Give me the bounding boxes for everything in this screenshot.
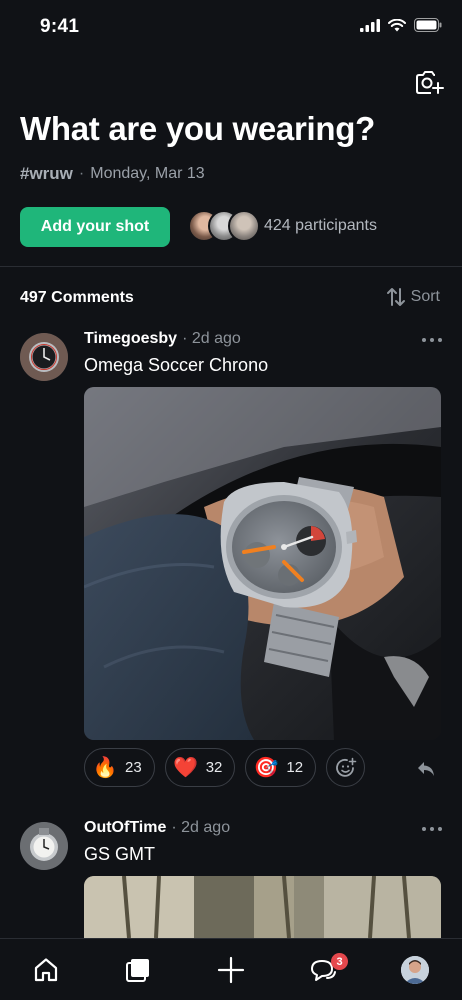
reaction-count: 12 xyxy=(286,759,304,776)
sort-button[interactable]: Sort xyxy=(385,286,440,308)
status-bar: 9:41 xyxy=(0,0,462,56)
home-icon xyxy=(34,958,58,982)
add-photo-button[interactable] xyxy=(414,68,444,98)
heart-icon: ❤️ xyxy=(173,757,199,779)
participant-avatars xyxy=(188,210,260,242)
notification-badge: 3 xyxy=(331,953,348,970)
watch-thumbnail xyxy=(20,822,68,870)
status-icons xyxy=(360,18,442,32)
avatar xyxy=(228,210,260,242)
participants-link[interactable]: 424 participants xyxy=(188,210,377,242)
hashtag-link[interactable]: #wruw xyxy=(20,164,73,184)
tab-home[interactable] xyxy=(31,955,61,985)
wifi-icon xyxy=(388,18,406,31)
reaction-target[interactable]: 🎯 12 xyxy=(245,748,317,787)
outdoor-photo xyxy=(84,876,441,938)
more-options-icon[interactable] xyxy=(422,827,442,831)
subtitle: #wruw · Monday, Mar 13 xyxy=(20,164,205,184)
watch-wrist-photo xyxy=(84,387,441,740)
more-options-icon[interactable] xyxy=(422,338,442,342)
author-avatar[interactable] xyxy=(20,822,68,870)
battery-icon xyxy=(414,18,442,32)
avatar xyxy=(401,956,429,984)
author-name[interactable]: Timegoesby xyxy=(84,330,177,348)
participants-count: 424 participants xyxy=(264,217,377,234)
collection-icon xyxy=(126,959,149,982)
page-title: What are you wearing? xyxy=(20,110,375,147)
watch-thumbnail xyxy=(20,333,68,381)
reaction-heart[interactable]: ❤️ 32 xyxy=(164,748,236,787)
comments-count: 497 Comments xyxy=(20,289,134,306)
sort-label: Sort xyxy=(410,288,440,305)
post-time: · 2d ago xyxy=(171,819,231,836)
add-reaction-button[interactable] xyxy=(326,748,366,787)
status-time: 9:41 xyxy=(40,16,80,37)
reaction-count: 32 xyxy=(205,759,223,776)
separator-dot: · xyxy=(78,165,85,182)
reaction-count: 23 xyxy=(125,759,142,776)
post-text: Omega Soccer Chrono xyxy=(84,355,269,375)
post-photo[interactable] xyxy=(84,876,441,938)
signal-icon xyxy=(360,18,380,32)
reaction-fire[interactable]: 🔥 23 xyxy=(84,748,155,787)
reply-icon xyxy=(418,762,434,776)
tab-bar: 3 xyxy=(0,938,462,1000)
post-text: GS GMT xyxy=(84,844,155,864)
post-header: Timegoesby · 2d ago xyxy=(84,330,241,348)
divider xyxy=(0,266,462,267)
plus-icon xyxy=(217,956,245,984)
post-header: OutOfTime · 2d ago xyxy=(84,819,230,837)
tab-collection[interactable] xyxy=(123,955,153,985)
post-photo[interactable] xyxy=(84,387,441,740)
post-time: · 2d ago xyxy=(182,330,241,347)
date-label: Monday, Mar 13 xyxy=(90,165,205,182)
camera-plus-icon xyxy=(416,71,444,94)
target-icon: 🎯 xyxy=(253,757,279,779)
sort-icon xyxy=(386,288,405,306)
reply-button[interactable] xyxy=(416,760,436,783)
author-avatar[interactable] xyxy=(20,333,68,381)
fire-icon: 🔥 xyxy=(92,757,118,779)
author-name[interactable]: OutOfTime xyxy=(84,819,166,837)
reactions-bar: 🔥 23 ❤️ 32 🎯 12 xyxy=(84,748,366,787)
add-emoji-icon xyxy=(335,757,356,777)
profile-avatar[interactable] xyxy=(401,956,429,984)
add-your-shot-button[interactable]: Add your shot xyxy=(20,207,170,247)
tab-create[interactable] xyxy=(216,955,246,985)
